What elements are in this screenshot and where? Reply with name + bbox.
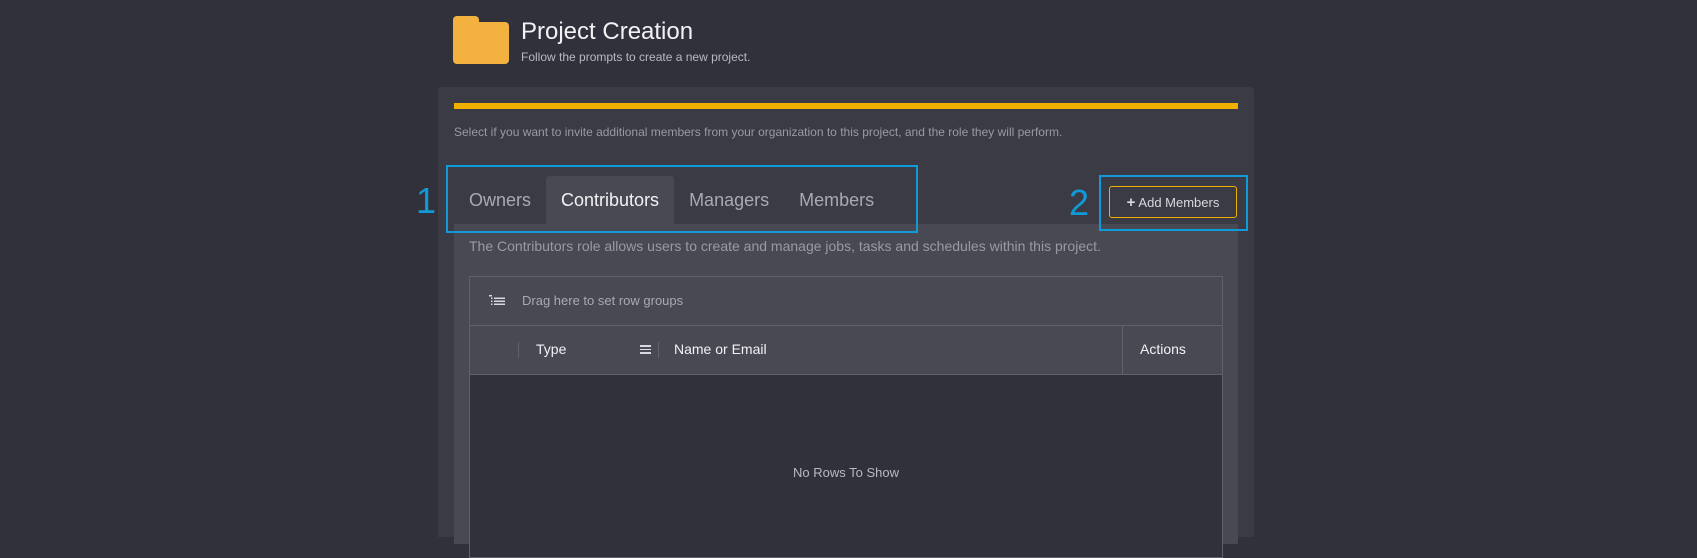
row-group-drop-zone[interactable]: Drag here to set row groups [470, 277, 1222, 326]
page-subtitle: Follow the prompts to create a new proje… [521, 50, 751, 64]
folder-icon [453, 16, 509, 64]
column-header-name-or-email[interactable]: Name or Email [674, 341, 767, 357]
instruction-text: Select if you want to invite additional … [454, 125, 1063, 139]
column-header-actions[interactable]: Actions [1140, 341, 1186, 357]
callout-box-add-members [1099, 175, 1248, 231]
page-title: Project Creation [521, 18, 694, 45]
tab-content: The Contributors role allows users to cr… [454, 224, 1238, 558]
column-menu-icon[interactable] [640, 345, 651, 354]
progress-fill [454, 103, 1238, 109]
empty-grid-message: No Rows To Show [793, 465, 899, 480]
members-grid: Drag here to set row groups Type Name or… [469, 276, 1223, 558]
column-separator [518, 342, 519, 358]
role-description: The Contributors role allows users to cr… [469, 238, 1101, 254]
progress-bar [454, 103, 1238, 109]
column-separator [1122, 326, 1123, 374]
column-separator [658, 342, 659, 358]
wizard-panel: Select if you want to invite additional … [438, 87, 1254, 558]
callout-box-tabs [446, 165, 918, 233]
grid-header-row: Type Name or Email Actions [470, 326, 1222, 375]
row-group-placeholder: Drag here to set row groups [522, 293, 684, 308]
callout-number-2: 2 [1069, 182, 1090, 223]
callout-number-1: 1 [416, 180, 437, 221]
column-header-type[interactable]: Type [536, 341, 566, 357]
row-group-icon [489, 295, 505, 305]
